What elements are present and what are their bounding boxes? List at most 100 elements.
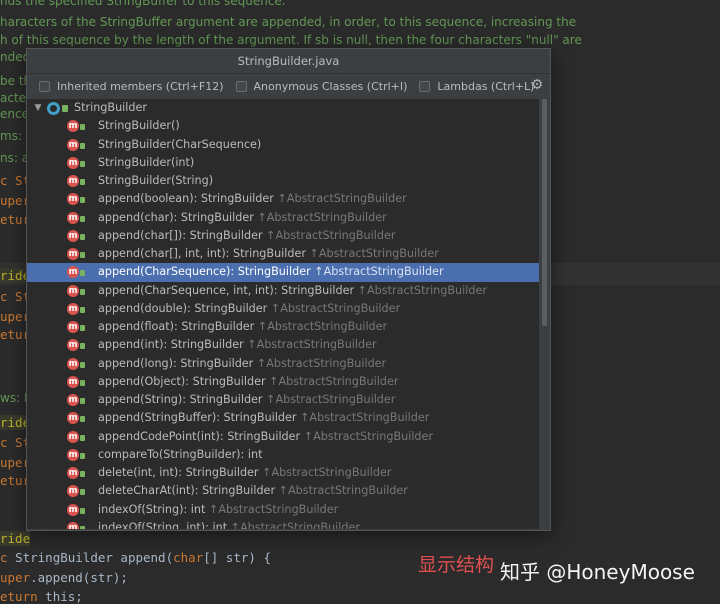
scrollbar[interactable] (541, 99, 548, 529)
method-label: appendCodePoint(int): StringBuilder ↑Abs… (98, 428, 433, 446)
tree-item-method[interactable]: m append(boolean): StringBuilder ↑Abstrac… (27, 190, 539, 208)
method-signature: indexOf(String, int): int (98, 520, 228, 529)
method-label: append(String): StringBuilder ↑AbstractS… (98, 391, 395, 409)
method-signature: append(StringBuffer): StringBuilder (98, 411, 297, 425)
tree-item-method[interactable]: m compareTo(StringBuilder): int (27, 446, 539, 464)
method-signature: delete(int, int): StringBuilder (98, 466, 259, 479)
method-signature: compareTo(StringBuilder): int (98, 447, 263, 461)
caption-label: 显示结构 (418, 554, 495, 576)
doc-line: nds the specified StringBuffer to this s… (0, 0, 286, 8)
method-icon: m (67, 467, 79, 479)
method-icon: m (67, 448, 79, 461)
lock-icon (80, 507, 85, 514)
tree-item-method[interactable]: m append(StringBuffer): StringBuilder ↑Ab… (27, 409, 539, 427)
tree-item-method[interactable]: m append(CharSequence): StringBuilder ↑Ab… (27, 263, 539, 282)
popup-title: StringBuilder.java (27, 49, 550, 74)
method-signature: StringBuilder(CharSequence) (98, 137, 262, 151)
lock-icon (80, 325, 85, 331)
doc-fragment: ws: I (0, 391, 28, 405)
method-icon: m (67, 229, 79, 242)
tree-item-method[interactable]: m delete(int, int): StringBuilder ↑Abstra… (27, 464, 539, 482)
checkbox[interactable] (39, 80, 50, 92)
structure-popup[interactable]: StringBuilder.java Inherited members (Ct… (26, 48, 551, 531)
inherited-from: ↑AbstractStringBuilder (303, 429, 434, 443)
lock-icon (80, 215, 85, 222)
tree-item-method[interactable]: m appendCodePoint(int): StringBuilder ↑Ab… (27, 428, 539, 446)
method-label: append(double): StringBuilder ↑AbstractS… (98, 300, 400, 318)
inherited-from: ↑AbstractStringBuilder (269, 374, 399, 388)
tree-item-method[interactable]: m append(char): StringBuilder ↑AbstractSt… (27, 209, 539, 227)
scrollbar-thumb[interactable] (542, 99, 547, 326)
tree-item-method[interactable]: m StringBuilder() (27, 117, 539, 135)
inherited-from: ↑AbstractStringBuilder (270, 301, 401, 315)
inherited-from: ↑AbstractStringBuilder (314, 265, 444, 279)
method-icon: m (67, 412, 79, 425)
method-label: append(CharSequence): StringBuilder ↑Abs… (98, 263, 444, 281)
inherited-from: ↑AbstractStringBuilder (266, 228, 396, 242)
inherited-from: ↑AbstractStringBuilder (247, 338, 377, 352)
doc-line: h of this sequence by the length of the … (0, 33, 582, 47)
method-signature: indexOf(String): int (98, 502, 206, 516)
lock-icon (80, 525, 85, 529)
method-label: StringBuilder(int) (98, 154, 194, 172)
method-signature: append(char[], int, int): StringBuilder (98, 247, 306, 260)
inherited-from: ↑AbstractStringBuilder (309, 247, 439, 260)
method-label: StringBuilder() (98, 117, 180, 135)
tree-item-method[interactable]: m append(String): StringBuilder ↑Abstract… (27, 391, 539, 409)
filter-inherited-members[interactable]: Inherited members (Ctrl+F12) (39, 80, 224, 93)
checkbox[interactable] (235, 80, 247, 92)
tree-item-method[interactable]: m append(CharSequence, int, int): StringB… (27, 282, 539, 300)
filter-anonymous-classes[interactable]: Anonymous Classes (Ctrl+I) (235, 80, 407, 93)
tree-item-method[interactable]: m indexOf(String, int): int ↑AbstractStri… (27, 519, 539, 529)
tree-root-item[interactable]: ▼ StringBuilder (27, 99, 539, 117)
method-label: append(Object): StringBuilder ↑AbstractS… (98, 373, 398, 391)
lock-icon (80, 361, 85, 368)
code-return-line: eturn this; (0, 589, 83, 604)
filter-lambdas[interactable]: Lambdas (Ctrl+L) (419, 80, 534, 93)
structure-tree[interactable]: ▼ StringBuilder m StringBuilder() m StringB… (27, 99, 539, 529)
method-signature: append(CharSequence, int, int): StringBu… (98, 283, 355, 297)
checkbox[interactable] (419, 80, 431, 92)
method-signature: append(float): StringBuilder (98, 320, 255, 333)
method-signature: StringBuilder() (98, 119, 180, 133)
lock-icon (80, 434, 85, 441)
lock-icon (80, 489, 85, 496)
filter-label: Lambdas (Ctrl+L) (437, 79, 535, 93)
method-label: indexOf(String): int ↑AbstractStringBuil… (98, 501, 338, 519)
inherited-from: ↑AbstractStringBuilder (357, 283, 487, 297)
tree-item-method[interactable]: m StringBuilder(CharSequence) (27, 136, 539, 154)
method-icon: m (67, 302, 79, 315)
tree-item-method[interactable]: m deleteCharAt(int): StringBuilder ↑Abstr… (27, 482, 539, 500)
method-label: compareTo(StringBuilder): int (98, 446, 262, 464)
tree-item-method[interactable]: m append(char[], int, int): StringBuilder… (27, 245, 539, 263)
method-label: deleteCharAt(int): StringBuilder ↑Abstra… (98, 482, 408, 500)
tree-item-method[interactable]: m indexOf(String): int ↑AbstractStringBui… (27, 501, 539, 519)
method-signature: append(double): StringBuilder (98, 301, 268, 315)
tree-item-method[interactable]: m append(double): StringBuilder ↑Abstract… (27, 300, 539, 318)
inherited-from: ↑AbstractStringBuilder (257, 320, 388, 333)
lock-icon (80, 252, 85, 258)
gear-icon[interactable]: ⚙ (530, 78, 544, 92)
doc-line: haracters of the StringBuffer argument a… (0, 15, 577, 29)
root-label: StringBuilder (74, 101, 147, 114)
lock-icon (80, 233, 85, 240)
chevron-down-icon[interactable]: ▼ (33, 99, 43, 117)
tree-item-method[interactable]: m append(float): StringBuilder ↑AbstractS… (27, 318, 539, 336)
method-signature: append(String): StringBuilder (98, 393, 263, 406)
tree-item-method[interactable]: m append(Object): StringBuilder ↑Abstract… (27, 373, 539, 391)
inherited-from: ↑AbstractStringBuilder (278, 484, 408, 498)
method-label: append(StringBuffer): StringBuilder ↑Abs… (98, 409, 429, 427)
tree-item-method[interactable]: m StringBuilder(String) (27, 172, 539, 190)
tree-item-method[interactable]: m append(char[]): StringBuilder ↑Abstract… (27, 227, 539, 245)
tree-item-method[interactable]: m append(long): StringBuilder ↑AbstractSt… (27, 355, 539, 373)
method-icon: m (67, 266, 79, 279)
method-signature: append(Object): StringBuilder (98, 374, 266, 388)
method-signature: append(int): StringBuilder (98, 338, 244, 352)
tree-item-method[interactable]: m append(int): StringBuilder ↑AbstractStr… (27, 336, 539, 354)
method-icon: m (67, 193, 79, 206)
method-icon: m (67, 138, 79, 151)
method-label: StringBuilder(String) (98, 172, 213, 190)
annotation-fragment: ride (0, 531, 31, 546)
method-icon: m (67, 339, 79, 352)
tree-item-method[interactable]: m StringBuilder(int) (27, 154, 539, 172)
